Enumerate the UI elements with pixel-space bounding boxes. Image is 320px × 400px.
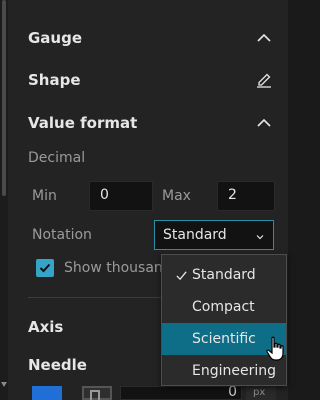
dropdown-option-compact[interactable]: Compact (162, 291, 286, 323)
needle-width-input[interactable]: 0 (120, 384, 242, 400)
notation-selected-value: Standard (163, 227, 227, 243)
dropdown-option-label: Scientific (192, 331, 256, 347)
dropdown-option-standard[interactable]: Standard (162, 259, 286, 291)
check-icon (39, 263, 51, 273)
needle-style-swatch[interactable] (82, 386, 112, 400)
chevron-down-icon[interactable] (255, 230, 265, 240)
scrollbar-track[interactable] (0, 0, 8, 400)
section-header-value-format[interactable]: Value format (28, 112, 272, 134)
section-title-axis: Axis (28, 318, 64, 336)
min-input[interactable]: 0 (89, 181, 153, 211)
section-title-gauge: Gauge (28, 29, 83, 47)
show-thousands-checkbox[interactable] (36, 259, 54, 277)
notation-dropdown-menu: Standard Compact Scientific Engineering (161, 254, 287, 386)
pencil-icon[interactable] (256, 72, 272, 88)
section-title-shape: Shape (28, 71, 81, 89)
section-title-value-format: Value format (28, 114, 138, 132)
app-root: Gauge Shape Value format Decimal Min 0 M… (0, 0, 288, 400)
section-header-axis[interactable]: Axis (28, 316, 63, 338)
section-header-shape[interactable]: Shape (28, 69, 272, 91)
hand-pointer-icon (266, 336, 286, 362)
format-panel: Gauge Shape Value format Decimal Min 0 M… (8, 0, 288, 400)
check-icon (162, 269, 192, 282)
dropdown-option-label: Engineering (192, 363, 276, 379)
chevron-up-icon[interactable] (256, 30, 272, 46)
notation-select[interactable]: Standard (154, 220, 274, 250)
chevron-up-icon[interactable] (256, 115, 272, 131)
square-icon (90, 390, 100, 400)
notation-label: Notation (32, 227, 92, 243)
scroll-down-arrow-icon[interactable] (1, 382, 7, 387)
min-label: Min (32, 188, 57, 204)
needle-unit-label: px (253, 387, 266, 398)
section-header-needle[interactable]: Needle (28, 354, 87, 376)
scrollbar-thumb[interactable] (2, 0, 6, 196)
decimal-label: Decimal (28, 150, 86, 166)
needle-unit-box: px (246, 386, 276, 400)
max-label: Max (162, 188, 191, 204)
section-title-needle: Needle (28, 356, 87, 374)
show-thousands-label: Show thousan (64, 260, 162, 276)
dropdown-option-label: Standard (192, 267, 256, 283)
section-header-gauge[interactable]: Gauge (28, 27, 272, 49)
dropdown-option-label: Compact (192, 299, 255, 315)
max-input[interactable]: 2 (217, 181, 275, 211)
needle-color-swatch[interactable] (32, 386, 62, 400)
